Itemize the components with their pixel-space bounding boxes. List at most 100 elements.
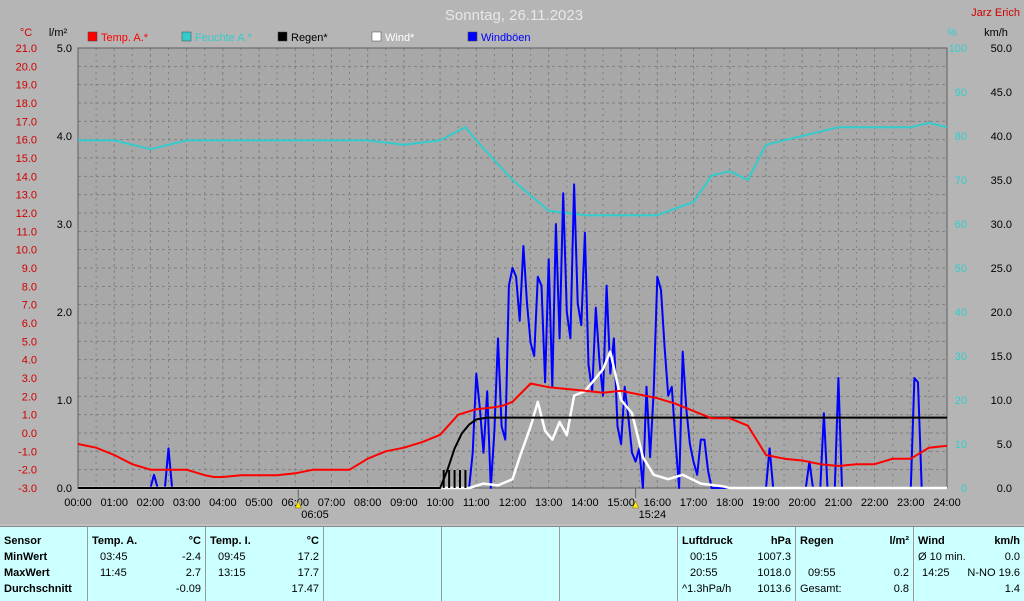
temp-tick-label: 21.0 [16, 43, 37, 55]
max-label: MaxWert [4, 567, 50, 579]
pressure-max-time: 20:55 [690, 567, 718, 579]
humidity-tick-label: 60 [955, 219, 967, 231]
humidity-tick-label: 70 [955, 175, 967, 187]
temp-i-avg: 17.47 [291, 583, 319, 595]
wind-unit: km/h [994, 535, 1020, 547]
humidity-tick-label: 90 [955, 87, 967, 99]
rain-tick-label: 0.0 [57, 483, 72, 495]
rain-tick-label: 4.0 [57, 131, 72, 143]
temp-i-min-value: 17.2 [297, 551, 319, 563]
pressure-max-value: 1018.0 [757, 567, 791, 579]
legend: Temp. A.* Feuchte A.* Regen* Wind* Windböen [87, 31, 531, 44]
wind-tick-label: 30.0 [991, 219, 1012, 231]
empty-column [442, 527, 560, 601]
temp-tick-label: 14.0 [16, 171, 37, 183]
row-label-column: Sensor MinWert MaxWert Durchschnitt [0, 527, 88, 601]
temp-tick-label: 4.0 [22, 355, 37, 367]
empty-column [324, 527, 442, 601]
legend-swatch [181, 31, 192, 42]
rain-total: 0.8 [893, 583, 909, 595]
temp-a-max-time: 11:45 [100, 567, 127, 579]
legend-swatch [467, 31, 478, 42]
legend-label: Feuchte A.* [195, 32, 253, 44]
temp-i-min-time: 09:45 [218, 551, 246, 563]
humidity-tick-label: 50 [955, 263, 967, 275]
x-tick-label: 23:00 [897, 497, 925, 509]
humidity-tick-label: 30 [955, 351, 967, 363]
x-tick-label: 03:00 [173, 497, 201, 509]
sun-marker-label: 15:24 [639, 509, 667, 521]
pressure-title: Luftdruck [682, 535, 733, 547]
x-tick-label: 06:00 [281, 497, 309, 509]
temp-tick-label: -1.0 [18, 446, 37, 458]
wind-min-label: Ø 10 min. [918, 551, 966, 563]
legend-swatch [277, 31, 288, 42]
x-tick-label: 22:00 [861, 497, 889, 509]
wind-tick-label: 40.0 [991, 131, 1012, 143]
temp-tick-label: 12.0 [16, 208, 37, 220]
x-tick-label: 00:00 [64, 497, 92, 509]
weather-chart: 21.0 20.0 19.0 18.0 17.0 16.0 15.0 14.0 13.0 12.0… [16, 7, 1020, 521]
temp-tick-label: 0.0 [22, 428, 37, 440]
temp-i-max-value: 17.7 [297, 567, 319, 579]
min-label: MinWert [4, 551, 48, 563]
humidity-tick-label: 10 [955, 439, 967, 451]
legend-swatch [87, 31, 98, 42]
temp-tick-label: 5.0 [22, 336, 37, 348]
wind-tick-label: 35.0 [991, 175, 1012, 187]
temp-i-max-time: 13:15 [218, 567, 246, 579]
temp-tick-label: 11.0 [16, 226, 37, 238]
rain-total-label: Gesamt: [800, 583, 842, 595]
temp-tick-label: 13.0 [16, 190, 37, 202]
chart-title: Sonntag, 26.11.2023 [445, 7, 583, 24]
temp-i-unit: °C [306, 535, 319, 547]
temp-i-title: Temp. I. [210, 535, 251, 547]
x-tick-label: 20:00 [788, 497, 816, 509]
rain-unit: l/m² [889, 535, 909, 547]
temp-tick-label: 15.0 [16, 153, 37, 165]
temp-a-avg: -0.09 [175, 583, 201, 595]
x-tick-label: 11:00 [463, 497, 490, 509]
x-tick-label: 05:00 [245, 497, 273, 509]
x-tick-label: 07:00 [318, 497, 346, 509]
temp-a-min-value: -2.4 [182, 551, 201, 563]
temp-a-max-value: 2.7 [185, 567, 201, 579]
wind-min-value: 0.0 [1004, 551, 1020, 563]
x-tick-label: 15:00 [607, 497, 635, 509]
temp-tick-label: 17.0 [16, 116, 37, 128]
wind-avg: 1.4 [1004, 583, 1020, 595]
temp-tick-label: 6.0 [22, 318, 37, 330]
rain-column: Regen l/m² 09:55 0.2 Gesamt: 0.8 [796, 527, 914, 601]
x-tick-label: 02:00 [137, 497, 165, 509]
pressure-min-value: 1007.3 [757, 551, 791, 563]
humidity-unit-label: % [947, 27, 957, 39]
humidity-tick-label: 100 [949, 43, 967, 55]
x-tick-label: 14:00 [571, 497, 599, 509]
wind-tick-label: 45.0 [991, 87, 1012, 99]
humidity-tick-label: 0 [961, 483, 967, 495]
temp-i-column: Temp. I. °C 09:45 17.2 13:15 17.7 17.47 [206, 527, 324, 601]
legend-label: Regen* [291, 32, 328, 44]
temp-tick-label: 3.0 [22, 373, 37, 385]
x-tick-label: 12:00 [499, 497, 527, 509]
x-tick-label: 09:00 [390, 497, 418, 509]
wind-tick-label: 15.0 [991, 351, 1012, 363]
temp-unit-label: °C [20, 27, 32, 39]
legend-swatch [371, 31, 382, 42]
rain-unit-label: l/m² [49, 27, 68, 39]
temp-a-min-time: 03:45 [100, 551, 128, 563]
temp-tick-label: 7.0 [22, 300, 37, 312]
temp-tick-label: 20.0 [16, 61, 37, 73]
temp-tick-label: 16.0 [16, 135, 37, 147]
x-tick-label: 16:00 [644, 497, 672, 509]
temp-tick-label: 2.0 [22, 391, 37, 403]
wind-unit-label: km/h [984, 27, 1008, 39]
wind-column: Wind km/h Ø 10 min. 0.0 14:25 N-NO 19.6 1.4 [914, 527, 1024, 601]
sensor-label: Sensor [4, 535, 42, 547]
rain-tick-label: 5.0 [57, 43, 72, 55]
wind-tick-label: 0.0 [997, 483, 1012, 495]
pressure-trend: ^1.3hPa/h [682, 583, 732, 595]
temp-a-unit: °C [188, 535, 201, 547]
temp-tick-label: 18.0 [16, 98, 37, 110]
wind-tick-label: 50.0 [991, 43, 1012, 55]
